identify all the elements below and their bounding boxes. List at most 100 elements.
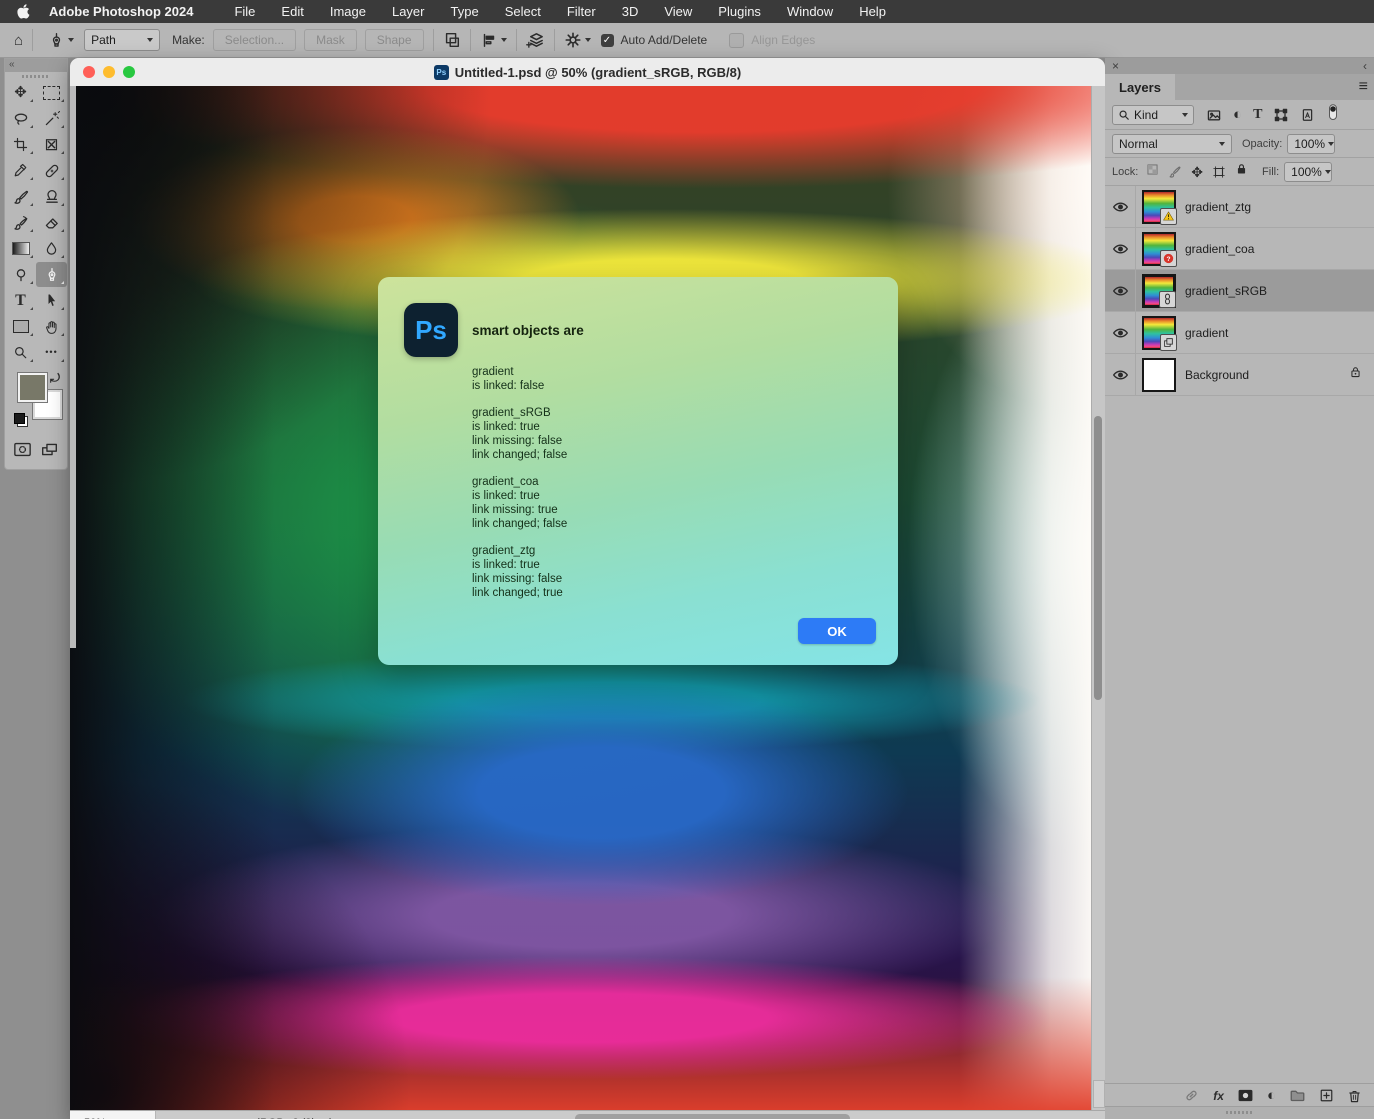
magic-wand-tool[interactable]: [36, 106, 67, 131]
layer-row-gradient[interactable]: gradient: [1105, 312, 1374, 354]
menu-file[interactable]: File: [234, 4, 255, 19]
menu-view[interactable]: View: [664, 4, 692, 19]
rectangle-tool[interactable]: [5, 314, 36, 339]
marquee-tool[interactable]: [36, 80, 67, 105]
delete-layer-button[interactable]: [1347, 1088, 1362, 1104]
filter-pixel-layers-button[interactable]: [1206, 107, 1222, 123]
menu-window[interactable]: Window: [787, 4, 833, 19]
layer-thumbnail[interactable]: [1142, 357, 1176, 392]
foreground-color-swatch[interactable]: [18, 373, 47, 402]
collapse-panel-icon[interactable]: ‹: [1363, 59, 1367, 73]
home-icon[interactable]: ⌂: [14, 33, 23, 48]
move-tool[interactable]: ✥: [5, 80, 36, 105]
panel-resize-strip[interactable]: [1105, 1106, 1374, 1119]
menu-filter[interactable]: Filter: [567, 4, 596, 19]
menu-edit[interactable]: Edit: [281, 4, 303, 19]
tab-layers[interactable]: Layers: [1105, 74, 1175, 100]
make-shape-button[interactable]: Shape: [364, 29, 424, 51]
screen-mode-button[interactable]: [40, 441, 59, 458]
lock-transparency-button[interactable]: [1146, 163, 1159, 181]
fill-select[interactable]: 100%: [1284, 161, 1333, 182]
path-selection-tool[interactable]: [36, 288, 67, 313]
link-layers-button[interactable]: [1183, 1087, 1200, 1104]
brush-tool[interactable]: [5, 184, 36, 209]
menu-help[interactable]: Help: [859, 4, 886, 19]
layer-row-gradient-srgb[interactable]: gradient_sRGB: [1105, 270, 1374, 312]
menu-image[interactable]: Image: [330, 4, 366, 19]
vertical-scrollbar[interactable]: [1091, 86, 1105, 1110]
layer-thumbnail[interactable]: [1142, 315, 1177, 351]
new-layer-button[interactable]: [1319, 1088, 1334, 1103]
quick-mask-button[interactable]: [13, 441, 32, 458]
frame-tool[interactable]: ⊠: [36, 132, 67, 157]
history-brush-tool[interactable]: [5, 210, 36, 235]
layer-effects-button[interactable]: fx: [1213, 1089, 1224, 1103]
dodge-tool[interactable]: [5, 262, 36, 287]
layer-row-gradient-coa[interactable]: ? gradient_coa: [1105, 228, 1374, 270]
layer-name[interactable]: Background: [1185, 368, 1249, 382]
layer-thumbnail[interactable]: ?: [1142, 231, 1177, 267]
layer-thumbnail[interactable]: [1142, 273, 1176, 308]
document-title-bar[interactable]: Ps Untitled-1.psd @ 50% (gradient_sRGB, …: [70, 58, 1105, 87]
new-group-button[interactable]: [1289, 1088, 1306, 1103]
layer-lock-indicator[interactable]: [1349, 365, 1362, 384]
tool-mode-select[interactable]: Path: [84, 29, 161, 51]
menu-layer[interactable]: Layer: [392, 4, 425, 19]
eraser-tool[interactable]: [36, 210, 67, 235]
filter-shape-layers-button[interactable]: [1273, 107, 1289, 123]
minimize-window-button[interactable]: [103, 66, 115, 78]
blend-mode-select[interactable]: Normal: [1112, 133, 1232, 154]
filter-toggle-switch[interactable]: [1326, 103, 1340, 127]
opacity-select[interactable]: 100%: [1287, 133, 1336, 154]
layer-thumbnail[interactable]: [1142, 189, 1177, 225]
pen-tool[interactable]: [36, 262, 67, 287]
filter-smart-objects-button[interactable]: [1300, 107, 1315, 123]
visibility-toggle[interactable]: [1105, 312, 1136, 353]
menu-type[interactable]: Type: [451, 4, 479, 19]
ok-button[interactable]: OK: [798, 618, 876, 644]
layer-row-gradient-ztg[interactable]: gradient_ztg: [1105, 186, 1374, 228]
path-operations-button[interactable]: [443, 31, 461, 49]
visibility-toggle[interactable]: [1105, 228, 1136, 269]
gradient-tool[interactable]: [5, 236, 36, 261]
layer-row-background[interactable]: Background: [1105, 354, 1374, 396]
align-edges-checkbox[interactable]: [729, 32, 745, 48]
zoom-tool[interactable]: [5, 340, 36, 365]
lasso-tool[interactable]: [5, 106, 36, 131]
path-arrangement-button[interactable]: [525, 31, 545, 50]
clone-stamp-tool[interactable]: [36, 184, 67, 209]
close-panel-icon[interactable]: ×: [1112, 59, 1119, 73]
hand-tool[interactable]: [36, 314, 67, 339]
adjustment-layer-icon[interactable]: ◐: [1267, 1088, 1276, 1103]
canvas[interactable]: Ps smart objects are gradient is linked:…: [70, 86, 1092, 1110]
lock-pixels-button[interactable]: [1168, 165, 1182, 179]
lock-all-button[interactable]: [1235, 162, 1248, 181]
layer-name[interactable]: gradient_sRGB: [1185, 284, 1267, 298]
vertical-scrollbar-thumb[interactable]: [1094, 416, 1102, 700]
horizontal-scrollbar-thumb[interactable]: [575, 1114, 850, 1119]
kind-filter-select[interactable]: Kind: [1112, 104, 1194, 125]
menu-3d[interactable]: 3D: [622, 4, 639, 19]
make-selection-button[interactable]: Selection...: [212, 29, 297, 51]
layer-name[interactable]: gradient_coa: [1185, 242, 1254, 256]
tool-settings-button[interactable]: [564, 31, 591, 49]
visibility-toggle[interactable]: [1105, 354, 1136, 395]
layer-name[interactable]: gradient_ztg: [1185, 200, 1251, 214]
make-mask-button[interactable]: Mask: [304, 29, 357, 51]
visibility-toggle[interactable]: [1105, 270, 1136, 311]
edit-toolbar-button[interactable]: •••: [36, 340, 67, 365]
apple-menu[interactable]: [16, 4, 31, 19]
lock-artboard-button[interactable]: [1212, 165, 1226, 179]
panel-menu-icon[interactable]: ≡: [1359, 78, 1368, 96]
healing-brush-tool[interactable]: [36, 158, 67, 183]
type-filter-icon[interactable]: T: [1253, 107, 1262, 122]
current-tool-button[interactable]: [48, 32, 75, 49]
type-tool[interactable]: T: [5, 288, 36, 313]
path-alignment-button[interactable]: [480, 31, 507, 49]
visibility-toggle[interactable]: [1105, 186, 1136, 227]
zoom-level-field[interactable]: 50%: [70, 1111, 156, 1119]
crop-tool[interactable]: [5, 132, 36, 157]
zoom-window-button[interactable]: [123, 66, 135, 78]
menu-plugins[interactable]: Plugins: [718, 4, 761, 19]
adjustment-filter-icon[interactable]: ◐: [1233, 107, 1242, 122]
